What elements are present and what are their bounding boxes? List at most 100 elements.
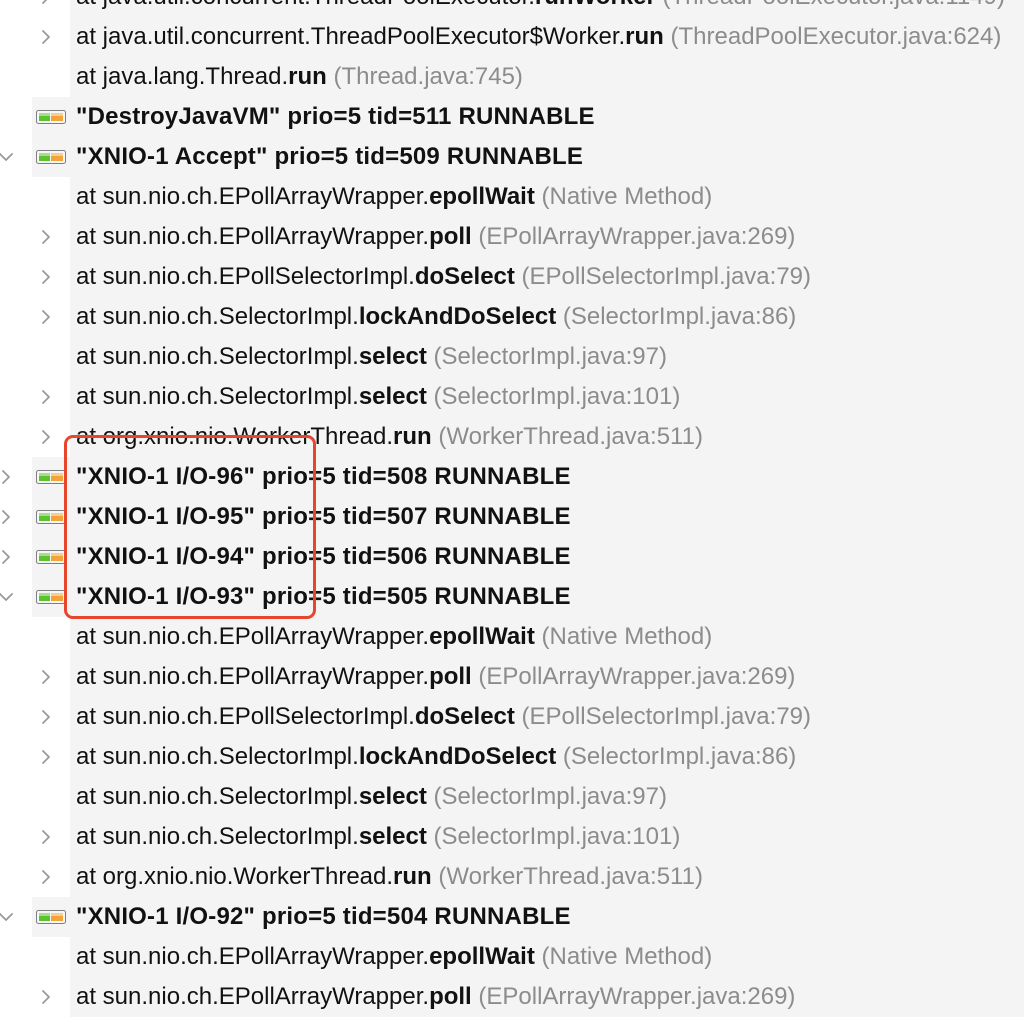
stack-frame-text: at java.lang.Thread.run (Thread.java:745… bbox=[76, 57, 523, 97]
stack-frame-row[interactable]: at sun.nio.ch.SelectorImpl.lockAndDoSele… bbox=[0, 297, 1024, 337]
stack-frame-text: at java.util.concurrent.ThreadPoolExecut… bbox=[76, 17, 1001, 57]
stack-frame-text: at sun.nio.ch.EPollArrayWrapper.epollWai… bbox=[76, 177, 712, 217]
frame-class-prefix: at sun.nio.ch.EPollSelectorImpl. bbox=[76, 703, 415, 730]
stack-frame-row[interactable]: at java.lang.Thread.run (Thread.java:745… bbox=[0, 57, 1024, 97]
stack-frame-text: at sun.nio.ch.EPollArrayWrapper.epollWai… bbox=[76, 617, 712, 657]
stack-frame-text: at org.xnio.nio.WorkerThread.run (Worker… bbox=[76, 857, 703, 897]
stack-frame-text: at sun.nio.ch.SelectorImpl.select (Selec… bbox=[76, 777, 667, 817]
thread-status-icon bbox=[36, 510, 66, 524]
frame-source-location: (SelectorImpl.java:86) bbox=[562, 743, 797, 770]
chevron-down-icon[interactable] bbox=[0, 137, 16, 177]
stack-frame-row[interactable]: at sun.nio.ch.EPollArrayWrapper.poll (EP… bbox=[0, 977, 1024, 1017]
frame-class-prefix: at sun.nio.ch.SelectorImpl. bbox=[76, 743, 359, 770]
frame-method-name: poll bbox=[429, 983, 472, 1010]
thread-row[interactable]: "XNIO-1 I/O-96" prio=5 tid=508 RUNNABLE bbox=[0, 457, 1024, 497]
thread-label: "XNIO-1 Accept" prio=5 tid=509 RUNNABLE bbox=[76, 143, 584, 170]
stack-frame-text: at sun.nio.ch.SelectorImpl.lockAndDoSele… bbox=[76, 737, 796, 777]
stack-frame-row[interactable]: at sun.nio.ch.SelectorImpl.select (Selec… bbox=[0, 817, 1024, 857]
thread-row[interactable]: "XNIO-1 Accept" prio=5 tid=509 RUNNABLE bbox=[0, 137, 1024, 177]
stack-frame-row[interactable]: at sun.nio.ch.EPollArrayWrapper.poll (EP… bbox=[0, 657, 1024, 697]
chevron-right-icon[interactable] bbox=[36, 257, 56, 297]
thread-status-icon bbox=[36, 150, 66, 164]
frame-method-name: select bbox=[358, 343, 427, 370]
frame-source-location: (SelectorImpl.java:97) bbox=[433, 343, 667, 370]
stack-frame-row[interactable]: at sun.nio.ch.SelectorImpl.select (Selec… bbox=[0, 777, 1024, 817]
frame-class-prefix: at sun.nio.ch.SelectorImpl. bbox=[76, 303, 359, 330]
stack-frame-row[interactable]: at sun.nio.ch.EPollSelectorImpl.doSelect… bbox=[0, 697, 1024, 737]
frame-method-name: run bbox=[625, 23, 664, 50]
frame-source-location: (EPollSelectorImpl.java:79) bbox=[521, 263, 811, 290]
chevron-right-icon[interactable] bbox=[36, 17, 56, 57]
stack-frame-row[interactable]: at sun.nio.ch.EPollArrayWrapper.epollWai… bbox=[0, 937, 1024, 977]
frame-source-location: (Native Method) bbox=[541, 183, 713, 210]
chevron-right-icon[interactable] bbox=[36, 297, 56, 337]
stack-frame-text: at sun.nio.ch.SelectorImpl.select (Selec… bbox=[76, 377, 680, 417]
chevron-right-icon[interactable] bbox=[36, 857, 56, 897]
frame-source-location: (EPollArrayWrapper.java:269) bbox=[478, 223, 796, 250]
thread-row[interactable]: "XNIO-1 I/O-94" prio=5 tid=506 RUNNABLE bbox=[0, 537, 1024, 577]
frame-source-location: (Native Method) bbox=[541, 943, 713, 970]
frame-class-prefix: at sun.nio.ch.EPollArrayWrapper. bbox=[76, 943, 430, 970]
chevron-down-icon[interactable] bbox=[0, 577, 16, 617]
frame-method-name: select bbox=[358, 383, 427, 410]
frame-source-location: (EPollArrayWrapper.java:269) bbox=[478, 983, 796, 1010]
chevron-right-icon[interactable] bbox=[0, 537, 16, 577]
thread-row[interactable]: "XNIO-1 I/O-92" prio=5 tid=504 RUNNABLE bbox=[0, 897, 1024, 937]
chevron-down-icon[interactable] bbox=[0, 897, 16, 937]
chevron-right-icon[interactable] bbox=[36, 657, 56, 697]
frame-method-name: doSelect bbox=[414, 263, 515, 290]
chevron-right-icon[interactable] bbox=[36, 977, 56, 1017]
stack-frame-row[interactable]: at sun.nio.ch.EPollArrayWrapper.poll (EP… bbox=[0, 217, 1024, 257]
frame-method-name: poll bbox=[429, 663, 472, 690]
frame-source-location: (Native Method) bbox=[541, 623, 713, 650]
stack-frame-row[interactable]: at sun.nio.ch.EPollSelectorImpl.doSelect… bbox=[0, 257, 1024, 297]
frame-source-location: (SelectorImpl.java:86) bbox=[562, 303, 797, 330]
chevron-right-icon[interactable] bbox=[36, 417, 56, 457]
chevron-right-icon[interactable] bbox=[36, 0, 56, 17]
thread-row[interactable]: "DestroyJavaVM" prio=5 tid=511 RUNNABLE bbox=[0, 97, 1024, 137]
frame-source-location: (WorkerThread.java:511) bbox=[438, 423, 703, 450]
chevron-right-icon[interactable] bbox=[36, 817, 56, 857]
stack-frame-text: at sun.nio.ch.EPollArrayWrapper.poll (EP… bbox=[76, 977, 795, 1017]
frame-class-prefix: at sun.nio.ch.EPollArrayWrapper. bbox=[76, 183, 430, 210]
frame-class-prefix: at sun.nio.ch.EPollArrayWrapper. bbox=[76, 223, 430, 250]
frame-class-prefix: at org.xnio.nio.WorkerThread. bbox=[76, 423, 394, 450]
chevron-right-icon[interactable] bbox=[0, 457, 16, 497]
thread-row[interactable]: "XNIO-1 I/O-93" prio=5 tid=505 RUNNABLE bbox=[0, 577, 1024, 617]
frame-source-location: (SelectorImpl.java:97) bbox=[433, 783, 667, 810]
stack-frame-row[interactable]: at sun.nio.ch.SelectorImpl.lockAndDoSele… bbox=[0, 737, 1024, 777]
frame-class-prefix: at sun.nio.ch.SelectorImpl. bbox=[76, 823, 359, 850]
frame-method-name: epollWait bbox=[429, 623, 535, 650]
thread-status-icon bbox=[36, 550, 66, 564]
frame-class-prefix: at sun.nio.ch.EPollSelectorImpl. bbox=[76, 263, 415, 290]
frame-method-name: runWorker bbox=[535, 0, 656, 10]
frame-source-location: (SelectorImpl.java:101) bbox=[433, 383, 681, 410]
thread-row[interactable]: "XNIO-1 I/O-95" prio=5 tid=507 RUNNABLE bbox=[0, 497, 1024, 537]
stack-frame-row[interactable]: at sun.nio.ch.EPollArrayWrapper.epollWai… bbox=[0, 177, 1024, 217]
thread-status-icon bbox=[36, 910, 66, 924]
thread-label: "DestroyJavaVM" prio=5 tid=511 RUNNABLE bbox=[76, 103, 595, 130]
stack-frame-row[interactable]: at org.xnio.nio.WorkerThread.run (Worker… bbox=[0, 417, 1024, 457]
stack-frame-row[interactable]: at org.xnio.nio.WorkerThread.run (Worker… bbox=[0, 857, 1024, 897]
chevron-right-icon[interactable] bbox=[36, 697, 56, 737]
stack-frame-text: at sun.nio.ch.SelectorImpl.select (Selec… bbox=[76, 817, 680, 857]
stack-frame-row[interactable]: at sun.nio.ch.EPollArrayWrapper.epollWai… bbox=[0, 617, 1024, 657]
thread-dump-tree: at java.util.concurrent.ThreadPoolExecut… bbox=[0, 0, 1024, 1017]
frame-source-location: (ThreadPoolExecutor.java:1149) bbox=[663, 0, 1005, 10]
frame-method-name: run bbox=[393, 863, 432, 890]
chevron-right-icon[interactable] bbox=[0, 497, 16, 537]
frame-class-prefix: at sun.nio.ch.EPollArrayWrapper. bbox=[76, 623, 430, 650]
stack-frame-row[interactable]: at sun.nio.ch.SelectorImpl.select (Selec… bbox=[0, 337, 1024, 377]
chevron-right-icon[interactable] bbox=[36, 217, 56, 257]
chevron-right-icon[interactable] bbox=[36, 737, 56, 777]
stack-frame-row[interactable]: at java.util.concurrent.ThreadPoolExecut… bbox=[0, 0, 1024, 17]
stack-frame-row[interactable]: at sun.nio.ch.SelectorImpl.select (Selec… bbox=[0, 377, 1024, 417]
frame-method-name: run bbox=[288, 63, 327, 90]
frame-class-prefix: at sun.nio.ch.EPollArrayWrapper. bbox=[76, 983, 430, 1010]
stack-frame-row[interactable]: at java.util.concurrent.ThreadPoolExecut… bbox=[0, 17, 1024, 57]
frame-method-name: doSelect bbox=[414, 703, 515, 730]
frame-source-location: (SelectorImpl.java:101) bbox=[433, 823, 681, 850]
chevron-right-icon[interactable] bbox=[36, 377, 56, 417]
frame-method-name: lockAndDoSelect bbox=[358, 303, 557, 330]
frame-source-location: (WorkerThread.java:511) bbox=[438, 863, 703, 890]
